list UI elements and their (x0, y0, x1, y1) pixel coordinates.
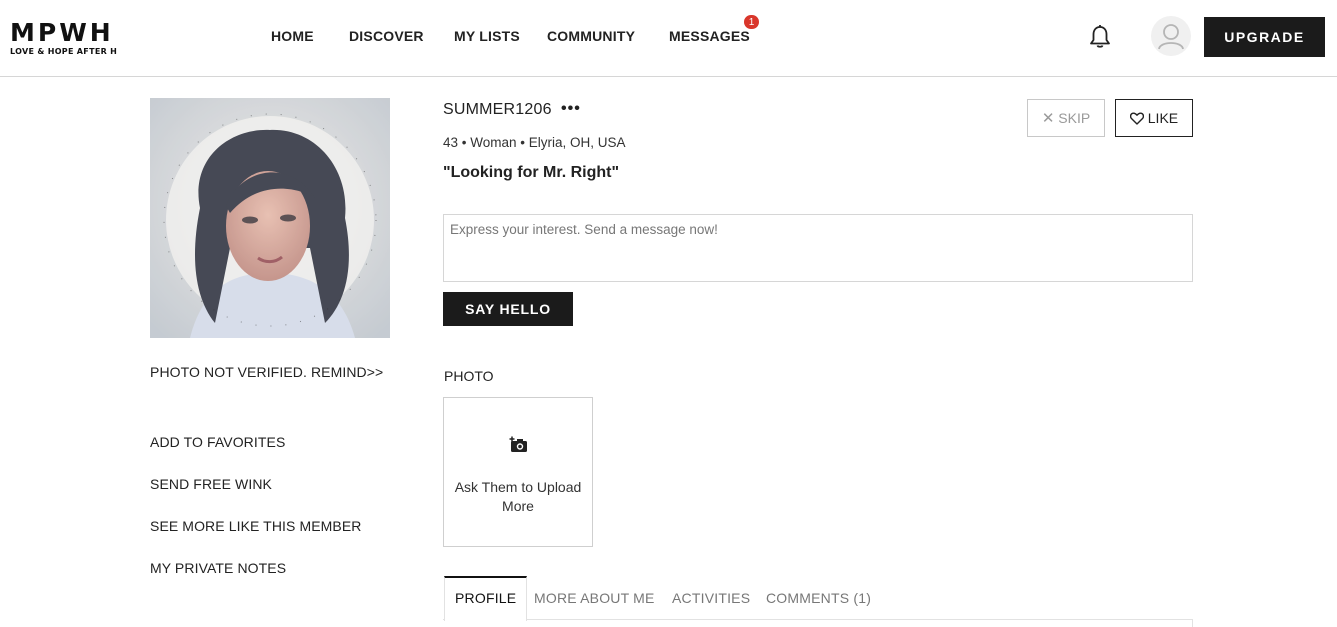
private-notes-link[interactable]: MY PRIVATE NOTES (150, 560, 286, 576)
see-more-like-this-link[interactable]: SEE MORE LIKE THIS MEMBER (150, 518, 362, 534)
skip-label: SKIP (1058, 110, 1091, 126)
top-header: MPWH LOVE & HOPE AFTER H HOME DISCOVER M… (0, 0, 1337, 77)
photo-not-verified-remind-link[interactable]: PHOTO NOT VERIFIED. REMIND>> (150, 364, 383, 380)
send-free-wink-link[interactable]: SEND FREE WINK (150, 476, 272, 492)
logo-tagline: LOVE & HOPE AFTER H (10, 47, 118, 56)
tab-comments[interactable]: COMMENTS (1) (766, 576, 871, 620)
profile-headline: "Looking for Mr. Right" (443, 164, 620, 181)
more-options-icon[interactable]: ••• (561, 100, 581, 118)
nav-discover[interactable]: DISCOVER (349, 28, 424, 44)
nav-my-lists[interactable]: MY LISTS (454, 28, 520, 44)
user-avatar[interactable] (1151, 16, 1191, 56)
nav-messages[interactable]: MESSAGES (669, 28, 750, 44)
like-button[interactable]: LIKE (1115, 99, 1193, 137)
add-camera-icon (509, 436, 529, 454)
tabs-border (1192, 619, 1193, 627)
nav-home[interactable]: HOME (271, 28, 314, 44)
ask-upload-text: Ask Them to Upload More (454, 479, 582, 514)
upgrade-button[interactable]: UPGRADE (1204, 17, 1325, 57)
tab-profile[interactable]: PROFILE (444, 576, 528, 621)
messages-count-badge: 1 (743, 14, 760, 30)
logo-text: MPWH (10, 18, 114, 47)
add-to-favorites-link[interactable]: ADD TO FAVORITES (150, 434, 285, 450)
profile-photo[interactable] (150, 98, 390, 338)
skip-button[interactable]: ✕ SKIP (1027, 99, 1105, 137)
bell-icon[interactable] (1088, 24, 1112, 50)
photo-section-title: PHOTO (444, 368, 494, 384)
nav-community[interactable]: COMMUNITY (547, 28, 635, 44)
heart-icon (1129, 102, 1144, 138)
profile-photo-image (150, 98, 390, 338)
tab-activities[interactable]: ACTIVITIES (672, 576, 750, 620)
message-input[interactable] (443, 214, 1193, 282)
ask-upload-card[interactable]: Ask Them to Upload More (443, 397, 593, 547)
profile-meta: 43 • Woman • Elyria, OH, USA (443, 135, 626, 150)
site-logo[interactable]: MPWH LOVE & HOPE AFTER H (10, 18, 118, 57)
like-label: LIKE (1147, 110, 1179, 126)
profile-username: SUMMER1206 (443, 101, 552, 118)
user-icon (1158, 24, 1184, 50)
say-hello-button[interactable]: SAY HELLO (443, 292, 573, 326)
close-icon: ✕ (1041, 110, 1055, 127)
tab-more-about-me[interactable]: MORE ABOUT ME (534, 576, 655, 620)
